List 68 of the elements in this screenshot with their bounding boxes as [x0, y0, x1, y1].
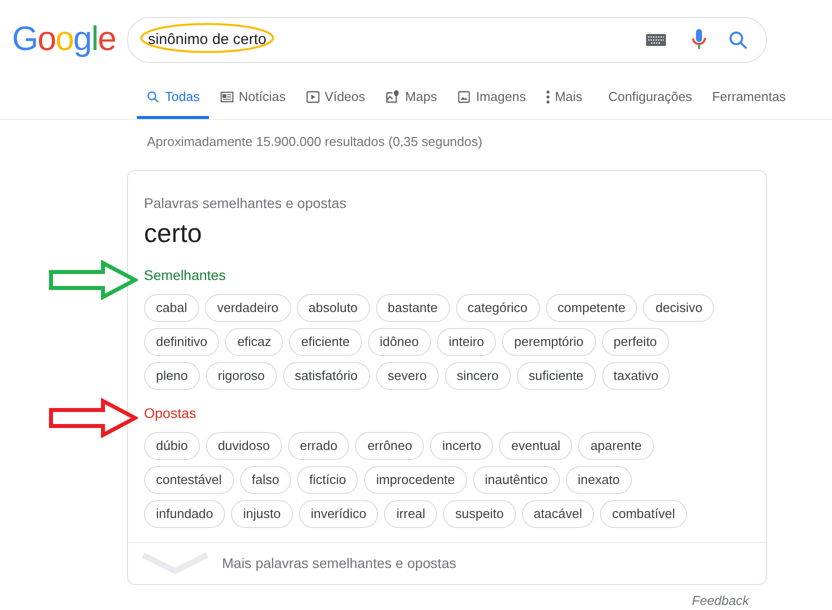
- word-chip[interactable]: satisfatório: [282, 362, 370, 390]
- word-chip[interactable]: bastante: [376, 294, 450, 322]
- word-chip[interactable]: irreal: [384, 500, 438, 528]
- search-icon[interactable]: [728, 30, 748, 50]
- word-chip[interactable]: perfeito: [602, 328, 669, 356]
- word-chip[interactable]: falso: [240, 466, 292, 494]
- section-title: Opostas: [144, 404, 196, 420]
- word-chip[interactable]: pleno: [144, 362, 200, 390]
- word-chip[interactable]: decisivo: [643, 294, 714, 322]
- tab[interactable]: Ferramentas: [703, 77, 795, 119]
- tab[interactable]: Maps: [376, 77, 446, 119]
- word-chip[interactable]: atacável: [522, 500, 594, 528]
- word-chip[interactable]: injusto: [231, 500, 293, 528]
- word-chip[interactable]: inexato: [566, 466, 632, 494]
- tab[interactable]: Imagens: [448, 77, 535, 119]
- word-chip[interactable]: rigoroso: [206, 362, 277, 390]
- tab[interactable]: Configurações: [599, 77, 702, 119]
- word-chip[interactable]: contestável: [144, 466, 234, 494]
- word-chip[interactable]: infundado: [144, 500, 226, 528]
- section-title: Semelhantes: [144, 266, 226, 282]
- word-chip[interactable]: severo: [376, 362, 439, 390]
- word-chip[interactable]: idôneo: [368, 328, 431, 356]
- map-pin-icon: [385, 89, 400, 104]
- word-chip[interactable]: suficiente: [516, 362, 596, 390]
- word-chip[interactable]: competente: [546, 294, 638, 322]
- word-chip[interactable]: definitivo: [144, 328, 220, 356]
- word-chip[interactable]: cabal: [144, 294, 200, 322]
- more-icon: [546, 90, 550, 104]
- word-chip[interactable]: eventual: [499, 432, 572, 460]
- keyboard-icon[interactable]: [646, 34, 666, 46]
- logo[interactable]: Google: [12, 14, 127, 65]
- play-icon: [306, 90, 320, 104]
- microphone-icon[interactable]: [692, 28, 706, 50]
- search-query: sinônimo de certo: [148, 30, 266, 48]
- word-chip[interactable]: inverídico: [298, 500, 378, 528]
- feedback-link[interactable]: Feedback: [692, 590, 749, 610]
- word-chip[interactable]: aparente: [578, 432, 654, 460]
- word-chip[interactable]: dúbio: [144, 432, 200, 460]
- headword: certo: [144, 216, 203, 250]
- word-chip[interactable]: combatível: [600, 500, 687, 528]
- word-chip[interactable]: eficaz: [225, 328, 284, 356]
- image-icon: [456, 90, 471, 104]
- more-link[interactable]: Mais palavras semelhantes e opostas: [128, 542, 766, 584]
- word-chip[interactable]: absoluto: [296, 294, 370, 322]
- tab[interactable]: Vídeos: [296, 77, 374, 119]
- tab[interactable]: Todas: [137, 77, 209, 119]
- word-chip[interactable]: errado: [288, 432, 350, 460]
- card-subtitle: Palavras semelhantes e opostas: [144, 194, 348, 213]
- word-chip[interactable]: errôneo: [355, 432, 424, 460]
- word-chip[interactable]: duvidoso: [206, 432, 282, 460]
- word-chip[interactable]: improcedente: [364, 466, 467, 494]
- word-chip[interactable]: suspeito: [443, 500, 516, 528]
- word-chip[interactable]: incerto: [430, 432, 494, 460]
- word-chip[interactable]: categórico: [456, 294, 540, 322]
- word-chip[interactable]: fictício: [297, 466, 358, 494]
- word-chip[interactable]: peremptório: [502, 328, 596, 356]
- word-chip[interactable]: inautêntico: [472, 466, 560, 494]
- word-chip[interactable]: eficiente: [289, 328, 362, 356]
- search-icon: [146, 90, 160, 104]
- tab[interactable]: Notícias: [210, 77, 295, 119]
- newspaper-icon: [220, 90, 234, 104]
- word-chip[interactable]: inteiro: [436, 328, 496, 356]
- word-chip[interactable]: taxativo: [602, 362, 670, 390]
- tab[interactable]: Mais: [536, 77, 592, 119]
- word-chip[interactable]: sincero: [444, 362, 511, 390]
- result-stats: Aproximadamente 15.900.000 resultados (0,35 segundos): [147, 133, 484, 151]
- word-chip[interactable]: verdadeiro: [205, 294, 291, 322]
- search-field[interactable]: sinônimo de certo: [127, 16, 767, 62]
